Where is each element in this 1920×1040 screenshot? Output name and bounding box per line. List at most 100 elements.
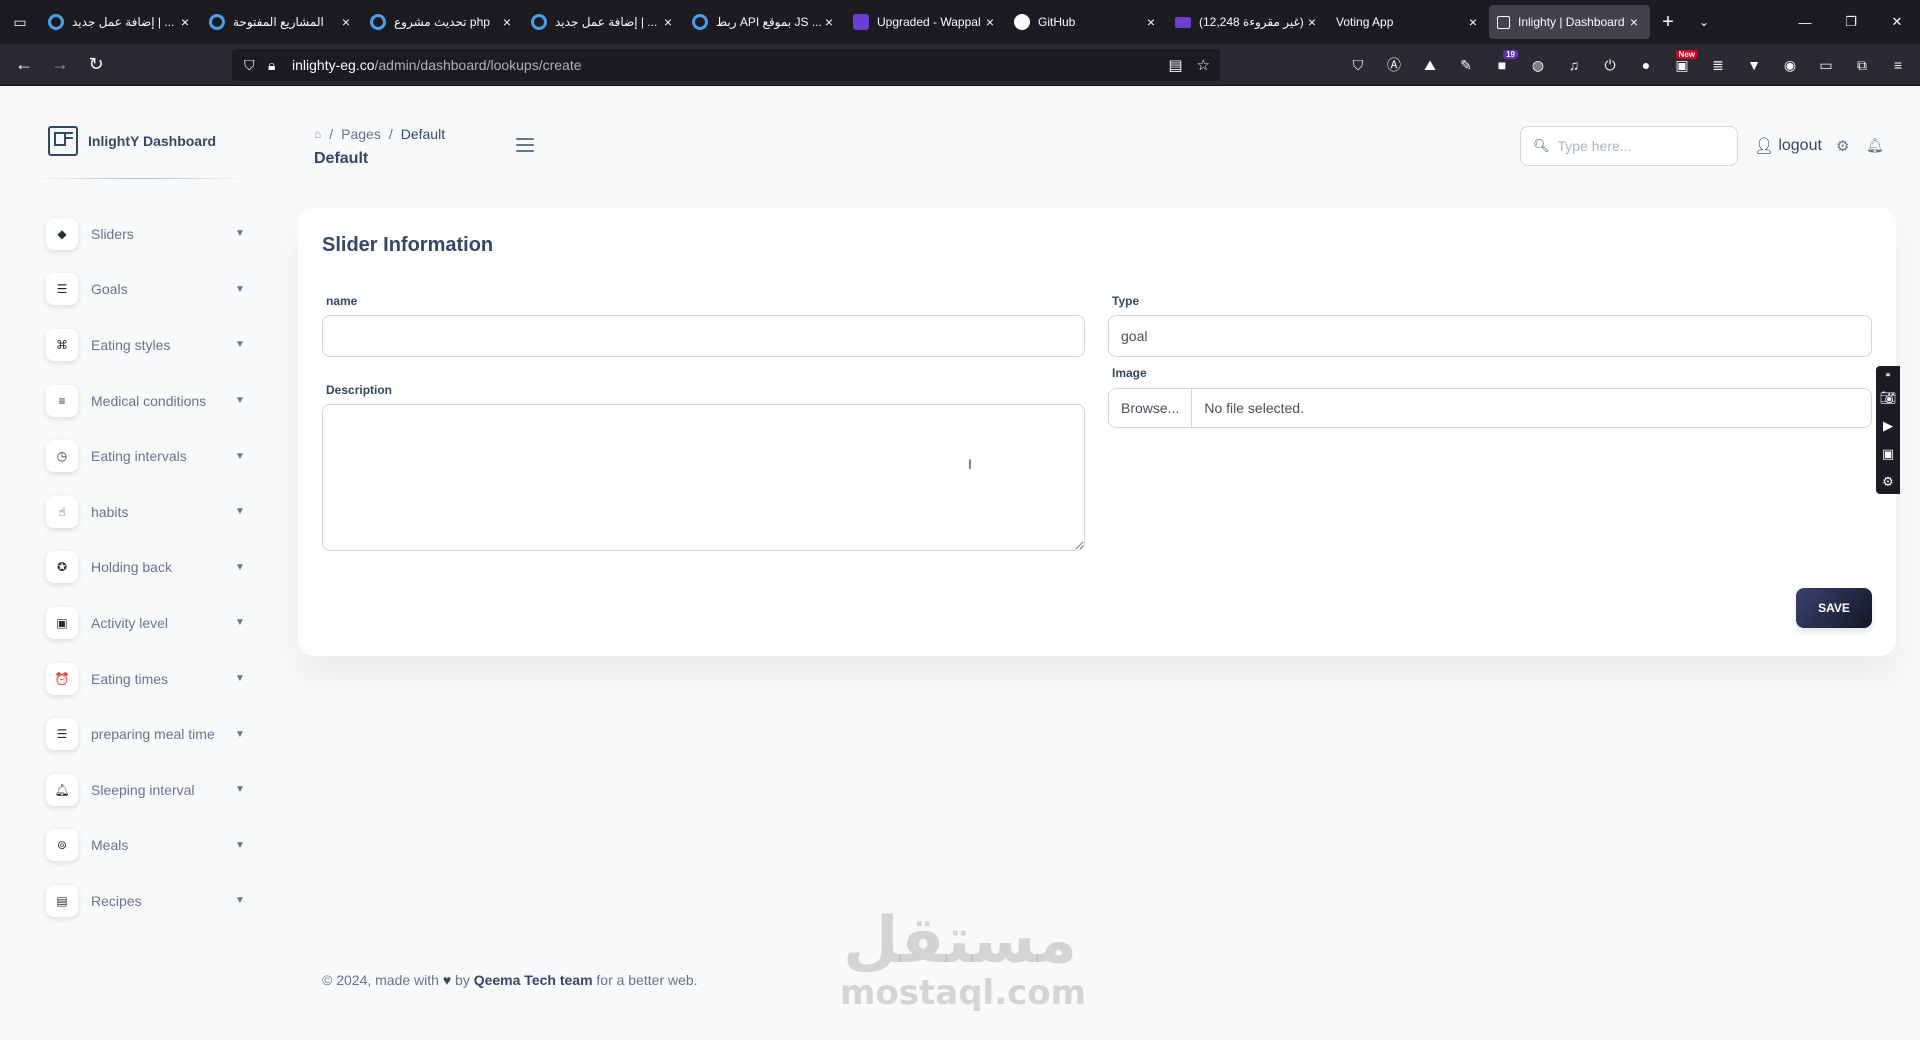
close-window-icon[interactable]: ✕ xyxy=(1874,0,1920,44)
browser-tab[interactable]: المشاريع المفتوحة × xyxy=(201,5,362,39)
chevron-down-icon: ▼ xyxy=(235,728,245,740)
reader-view-icon[interactable]: ▤ xyxy=(1168,56,1182,74)
image-file-input[interactable]: Browse... No file selected. xyxy=(1108,388,1872,428)
sidebar-item-meals[interactable]: ⊚ Meals ▼ xyxy=(46,818,250,874)
type-field[interactable] xyxy=(1108,315,1872,357)
chevron-down-icon: ▼ xyxy=(235,506,245,518)
search-box[interactable]: 🔍︎ xyxy=(1520,126,1738,166)
extensions-puzzle-icon[interactable]: ⧉ xyxy=(1844,49,1880,81)
bell-icon[interactable]: 🔔︎ xyxy=(1866,137,1884,154)
close-tab-icon[interactable]: × xyxy=(338,14,354,30)
stack-icon[interactable]: ≣ xyxy=(1700,49,1736,81)
sidebar-item-eating-styles[interactable]: ⌘ Eating styles ▼ xyxy=(46,317,250,373)
restore-icon[interactable]: ❐ xyxy=(1828,0,1874,44)
breadcrumb-pages[interactable]: Pages xyxy=(341,126,381,142)
browse-button[interactable]: Browse... xyxy=(1109,389,1193,427)
browser-tab[interactable]: GitHub × xyxy=(1006,5,1167,39)
book-icon: ▤ xyxy=(46,884,78,917)
sidebar-item-activity-level[interactable]: ▣ Activity level ▼ xyxy=(46,595,250,651)
save-button[interactable]: SAVE xyxy=(1796,588,1872,628)
bell-icon: 🔔︎ xyxy=(46,773,78,806)
description-field[interactable] xyxy=(322,404,1085,551)
browser-tab[interactable]: إضافة عمل جديد | ... × xyxy=(523,5,684,39)
sidebar-item-habits[interactable]: ☝ habits ▼ xyxy=(46,484,250,540)
form-title: Slider Information xyxy=(322,234,494,256)
close-tab-icon[interactable]: × xyxy=(821,14,837,30)
chevron-down-icon: ▼ xyxy=(235,561,245,573)
close-tab-icon[interactable]: × xyxy=(177,14,193,30)
globe-icon[interactable]: ◍ xyxy=(1520,49,1556,81)
logout-link[interactable]: 👤︎ logout xyxy=(1754,136,1822,156)
home-icon[interactable]: ⌂ xyxy=(314,127,321,141)
sidebar-item-eating-intervals[interactable]: ◷ Eating intervals ▼ xyxy=(46,428,250,484)
sidebar-item-sliders[interactable]: ◆ Sliders ▼ xyxy=(46,206,250,262)
extension-bird-icon[interactable]: ⛰ xyxy=(1412,49,1448,81)
sidebar-item-preparing-meal-time[interactable]: ☰ preparing meal time ▼ xyxy=(46,706,250,762)
close-tab-icon[interactable]: × xyxy=(1143,14,1159,30)
cookie-icon[interactable]: ● xyxy=(1628,49,1664,81)
url-bar[interactable]: ⛉ 🔒︎ inlighty-eg.co/admin/dashboard/look… xyxy=(232,49,1220,81)
close-tab-icon[interactable]: × xyxy=(499,14,515,30)
extension-purple-icon[interactable]: ◉ xyxy=(1772,49,1808,81)
browser-tab-active[interactable]: Inlighty | Dashboard × xyxy=(1489,5,1650,39)
close-tab-icon[interactable]: × xyxy=(1304,14,1320,30)
power-icon[interactable]: ⏻ xyxy=(1592,49,1628,81)
sidebar-item-medical-conditions[interactable]: ≡ Medical conditions ▼ xyxy=(46,373,250,429)
chevron-down-icon: ▼ xyxy=(235,228,245,240)
card-icon[interactable]: ▭ xyxy=(1808,49,1844,81)
extension-badge-icon[interactable]: ■ 19 xyxy=(1484,49,1520,81)
close-tab-icon[interactable]: × xyxy=(1465,14,1481,30)
pocket-icon[interactable]: ⛉ xyxy=(1340,49,1376,81)
sidebar-item-eating-times[interactable]: ⏰ Eating times ▼ xyxy=(46,651,250,707)
sidebar-item-goals[interactable]: ☰ Goals ▼ xyxy=(46,262,250,318)
browser-tab[interactable]: Voting App × xyxy=(1328,5,1489,39)
grid-icon: ⌘ xyxy=(46,328,78,361)
sidebar-item-holding-back[interactable]: ✪ Holding back ▼ xyxy=(46,540,250,596)
camera-icon[interactable]: 📷︎ xyxy=(1880,388,1897,408)
circle-blue-icon xyxy=(209,14,225,30)
account-icon[interactable]: Ⓐ xyxy=(1376,49,1412,81)
browser-tab[interactable]: (12,248 غير مقروءة) × xyxy=(1167,5,1328,39)
search-input[interactable] xyxy=(1557,138,1718,154)
breadcrumb: ⌂ / Pages / Default xyxy=(314,126,446,142)
sidebar-item-recipes[interactable]: ▤ Recipes ▼ xyxy=(46,873,250,929)
video-icon[interactable]: ▶ xyxy=(1883,416,1893,436)
briefcase-icon: ▣ xyxy=(46,606,78,639)
hamburger-menu-icon[interactable] xyxy=(516,138,534,152)
minimize-icon[interactable]: — xyxy=(1782,0,1828,44)
close-tab-icon[interactable]: × xyxy=(1626,14,1642,30)
extension-pen-icon[interactable]: ✎ xyxy=(1448,49,1484,81)
browser-tab[interactable]: Upgraded - Wappal × xyxy=(845,5,1006,39)
utensils-icon: ⊚ xyxy=(46,829,78,862)
align-center-icon: ≡ xyxy=(46,384,78,417)
window-icon[interactable]: ▣ xyxy=(1882,444,1894,464)
vue-icon[interactable]: ▼ xyxy=(1736,49,1772,81)
gear-icon[interactable]: ⚙ xyxy=(1882,472,1894,492)
tab-list-icon[interactable]: ▭ xyxy=(0,0,40,44)
close-tab-icon[interactable]: × xyxy=(982,14,998,30)
gear-icon[interactable]: ⚙ xyxy=(1836,137,1849,155)
new-tab-icon[interactable]: + xyxy=(1650,11,1686,34)
link-icon[interactable]: ⚭ xyxy=(1884,370,1892,380)
circle-blue-icon xyxy=(370,14,386,30)
brand[interactable]: InlightY Dashboard xyxy=(48,126,216,156)
reload-icon[interactable]: ↻ xyxy=(78,49,114,81)
back-icon[interactable]: ← xyxy=(6,49,42,81)
browser-tab[interactable]: تحديث مشروع php × xyxy=(362,5,523,39)
close-tab-icon[interactable]: × xyxy=(660,14,676,30)
music-icon[interactable]: ♫ xyxy=(1556,49,1592,81)
sidebar-item-sleeping-interval[interactable]: 🔔︎ Sleeping interval ▼ xyxy=(46,762,250,818)
chevron-down-icon[interactable]: ⌄ xyxy=(1686,15,1722,29)
browser-tab[interactable]: إضافة عمل جديد | ... × xyxy=(40,5,201,39)
extension-new-icon[interactable]: ▣ New xyxy=(1664,49,1700,81)
browser-tab[interactable]: ربط API بموقع JS ... × xyxy=(684,5,845,39)
name-field[interactable] xyxy=(322,315,1085,357)
menu-icon[interactable]: ≡ xyxy=(1880,49,1916,81)
page-title: Default xyxy=(314,150,369,167)
chevron-down-icon: ▼ xyxy=(235,839,245,851)
chevron-down-icon: ▼ xyxy=(235,895,245,907)
circle-blue-icon xyxy=(531,14,547,30)
team-link[interactable]: Qeema Tech team xyxy=(474,972,593,988)
bookmark-star-icon[interactable]: ☆ xyxy=(1197,56,1210,74)
forward-icon[interactable]: → xyxy=(42,49,78,81)
